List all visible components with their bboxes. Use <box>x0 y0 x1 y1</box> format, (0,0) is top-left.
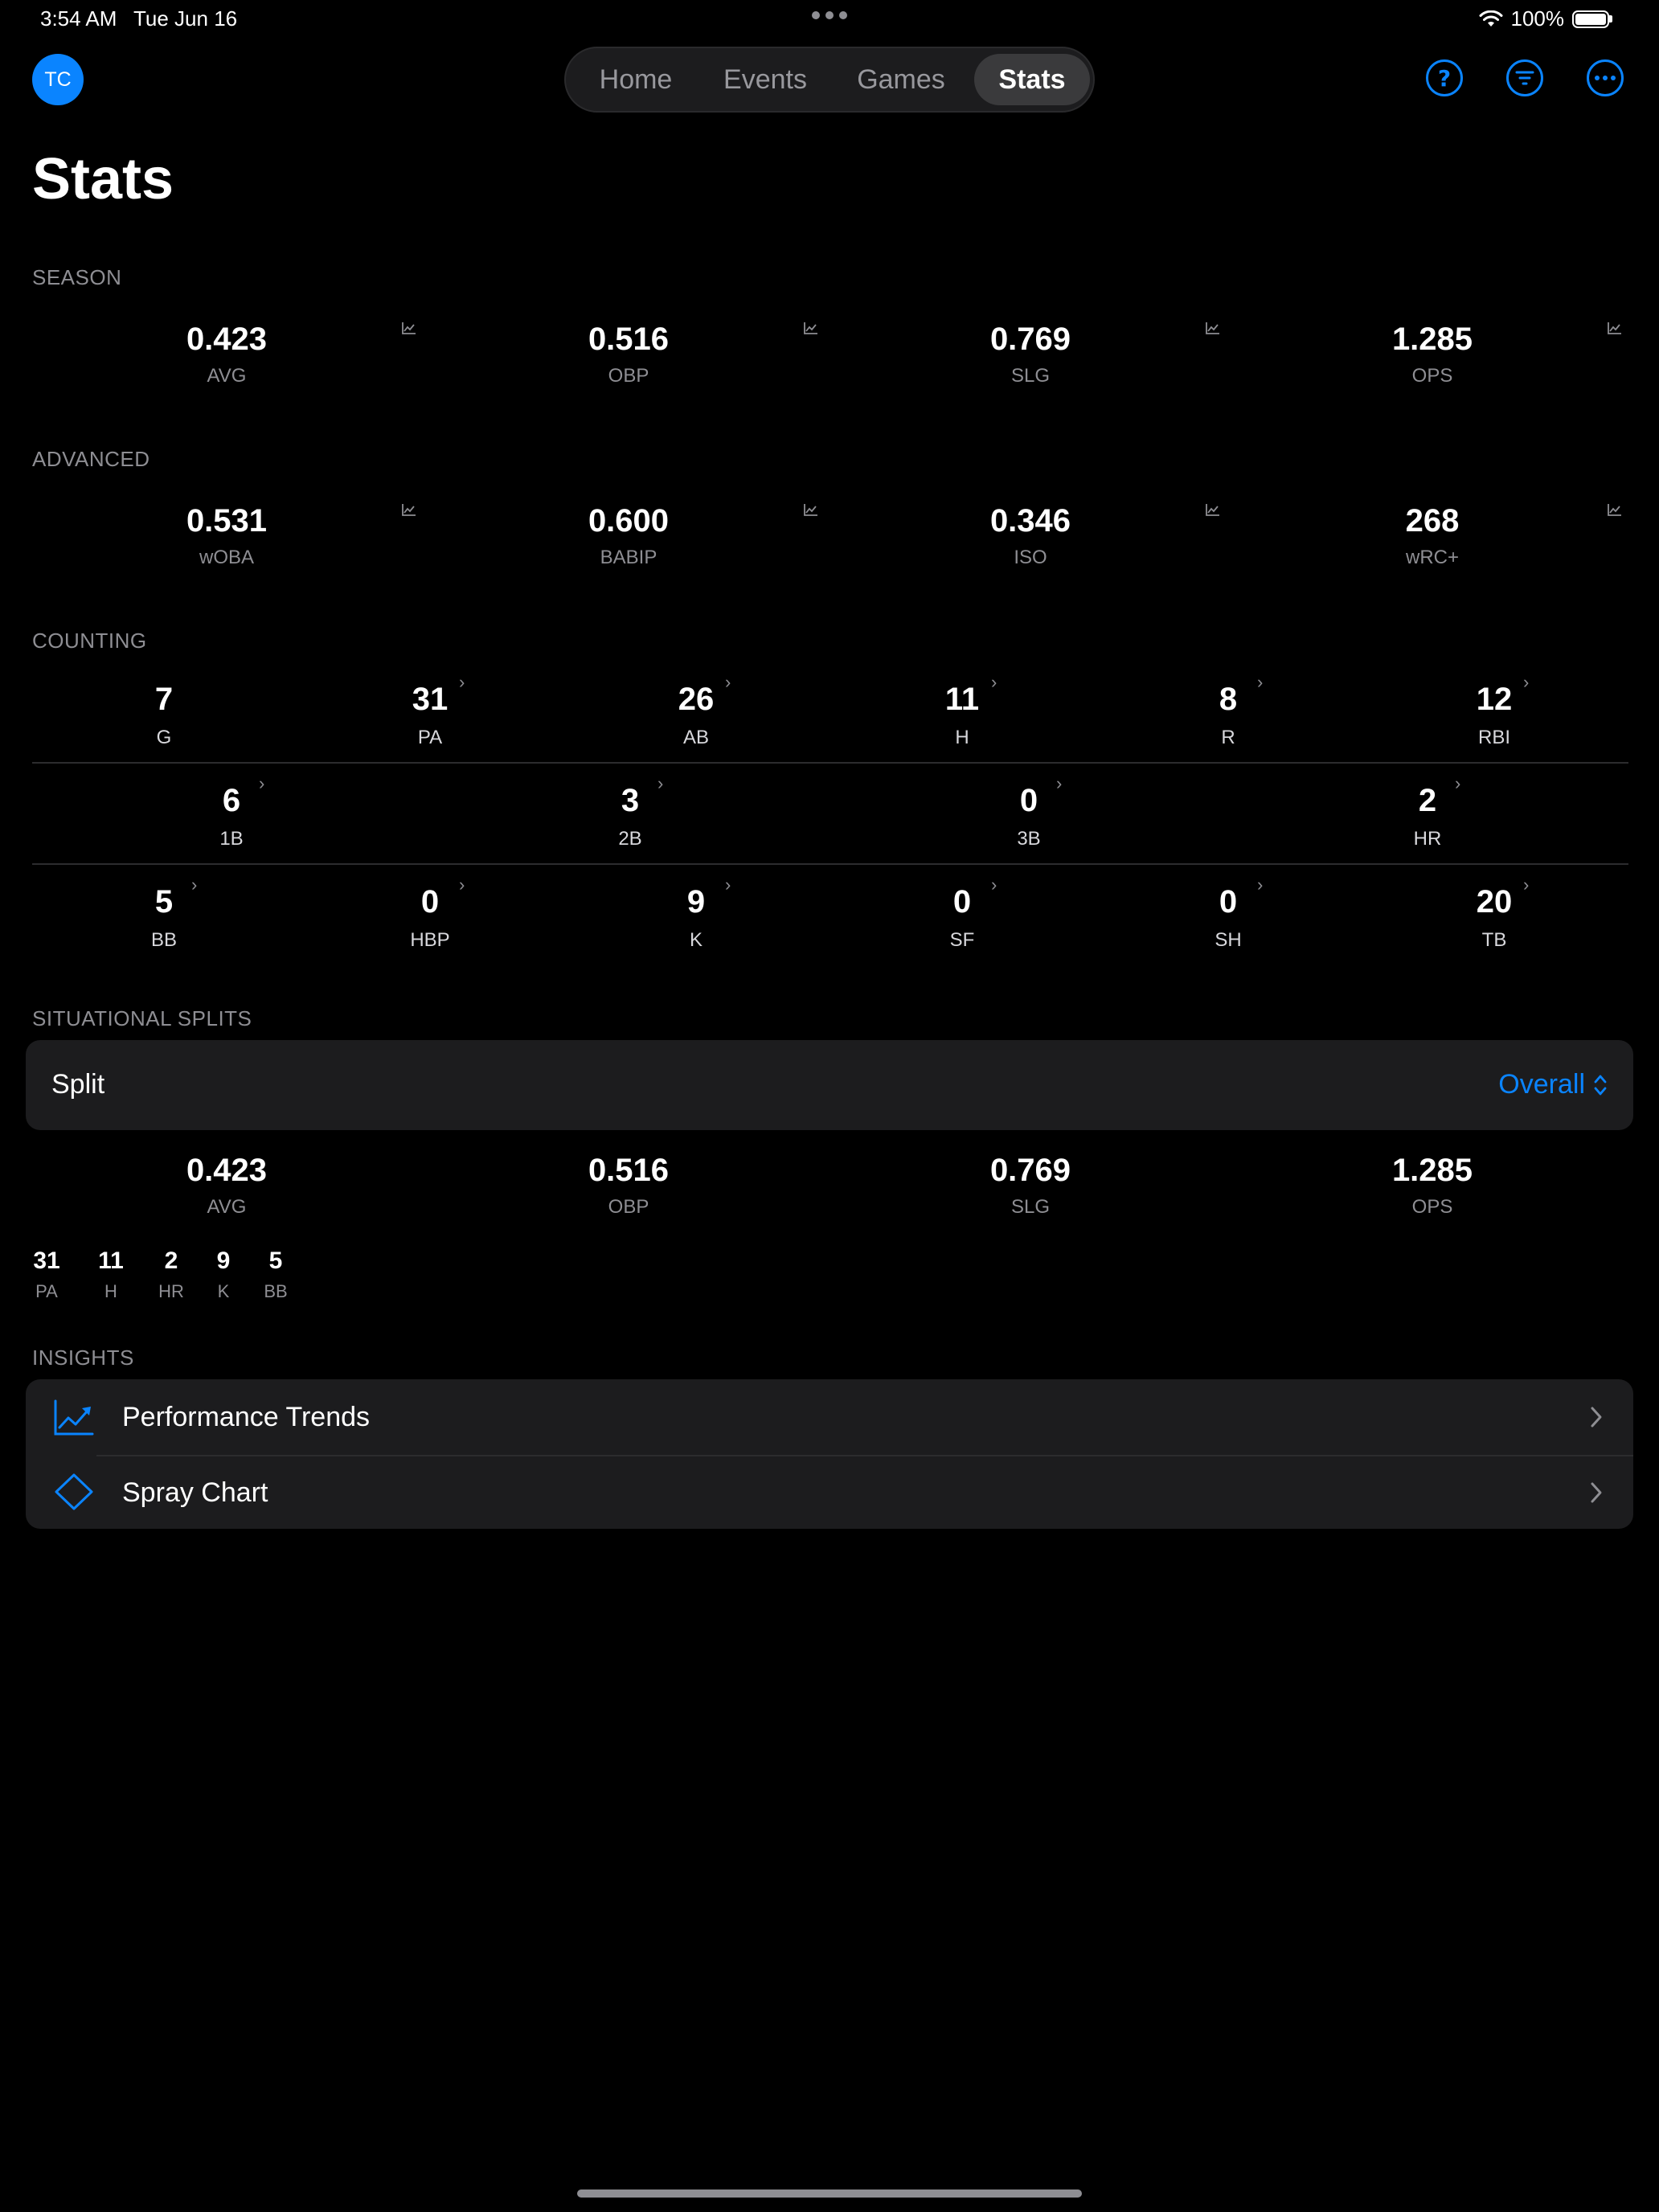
stat-count-r[interactable]: 8R <box>1164 683 1292 749</box>
stat-count-3b[interactable]: 0 3B <box>965 784 1093 850</box>
tab-home[interactable]: Home <box>582 48 690 111</box>
more-icon[interactable] <box>1587 59 1624 96</box>
trend-icon[interactable] <box>804 322 818 334</box>
stat-count-ab[interactable]: 26 AB <box>632 683 760 749</box>
stat-season-slg[interactable]: 0.769 SLG <box>950 323 1111 387</box>
split-picker-value[interactable]: Overall <box>1498 1069 1608 1100</box>
stat-season-avg[interactable]: 0.423 AVG <box>146 323 307 387</box>
wifi-icon <box>1479 10 1502 27</box>
status-indicators: 100% <box>1479 6 1612 31</box>
split-picker-label: Split <box>51 1069 105 1100</box>
battery-percent: 100% <box>1510 6 1565 31</box>
help-icon[interactable]: ? <box>1426 59 1463 96</box>
trend-icon[interactable] <box>402 503 416 516</box>
status-time: 3:54 AM <box>40 6 117 31</box>
chevron-right-icon <box>1591 1407 1602 1428</box>
tab-bar: Home Events Games Stats <box>564 47 1095 113</box>
trend-icon[interactable] <box>1206 322 1220 334</box>
split-picker[interactable] <box>26 1040 1633 1130</box>
trend-icon[interactable] <box>1608 503 1622 516</box>
stat-count-sh[interactable]: 0 SH <box>1164 886 1292 952</box>
trend-icon[interactable] <box>402 322 416 334</box>
chevron-right-icon[interactable]: › <box>1523 672 1529 693</box>
stat-season-ops[interactable]: 1.285 OPS <box>1352 323 1513 387</box>
tab-games[interactable]: Games <box>839 48 963 111</box>
battery-icon <box>1572 10 1612 28</box>
section-label-advanced: ADVANCED <box>32 447 150 471</box>
chevron-right-icon[interactable]: › <box>991 672 997 693</box>
stat-advanced-babip[interactable]: 0.600 BABIP <box>548 505 709 569</box>
divider <box>32 863 1628 865</box>
status-date: Tue Jun 16 <box>133 6 238 31</box>
chevron-right-icon[interactable]: › <box>991 875 997 895</box>
stat-count-sf[interactable]: 0 SF <box>898 886 1026 952</box>
mini-stat-pa: 31 PA <box>33 1247 60 1301</box>
chevron-right-icon[interactable]: › <box>657 773 663 794</box>
filter-icon[interactable] <box>1506 59 1543 96</box>
insight-label: Spray Chart <box>122 1477 268 1508</box>
stat-count-2b[interactable]: 3 2B <box>566 784 694 850</box>
chevron-right-icon <box>1591 1482 1602 1503</box>
section-label-insights: INSIGHTS <box>32 1346 134 1370</box>
stat-split-slg: 0.769 SLG <box>989 1153 1071 1218</box>
tab-events[interactable]: Events <box>704 48 826 111</box>
chevron-right-icon[interactable]: › <box>191 875 197 895</box>
chevron-right-icon[interactable]: › <box>259 773 264 794</box>
stat-advanced-iso[interactable]: 0.346 ISO <box>950 505 1111 569</box>
chevron-right-icon[interactable]: › <box>459 672 465 693</box>
stat-advanced-woba[interactable]: 0.531 wOBA <box>146 505 307 569</box>
insight-label: Performance Trends <box>122 1401 371 1432</box>
trend-chart-icon <box>54 1399 94 1436</box>
avatar[interactable]: TC <box>32 54 84 105</box>
mini-stat-k: 9K <box>216 1247 231 1301</box>
stat-count-1b[interactable]: 6 1B <box>167 784 296 850</box>
section-label-situational-splits: SITUATIONAL SPLITS <box>32 1006 252 1030</box>
stat-count-hr[interactable]: 2 HR <box>1363 784 1492 850</box>
stat-season-obp[interactable]: 0.516 OBP <box>548 323 709 387</box>
multitasking-dots-icon[interactable] <box>812 11 847 23</box>
stat-split-avg: 0.423 AVG <box>186 1153 268 1218</box>
stat-split-obp: 0.516 OBP <box>588 1153 670 1218</box>
stat-advanced-wrc[interactable]: 268 wRC+ <box>1352 505 1513 569</box>
chevron-right-icon[interactable]: › <box>725 672 731 693</box>
stat-count-pa[interactable]: 31 PA <box>366 683 494 749</box>
chevron-up-down-icon <box>1594 1075 1607 1095</box>
stat-count-bb[interactable]: 5 BB <box>100 886 228 952</box>
insight-row-performance-trends[interactable]: Performance Trends <box>26 1379 1633 1455</box>
chevron-right-icon[interactable]: › <box>1056 773 1062 794</box>
section-label-counting: COUNTING <box>32 629 147 653</box>
chevron-right-icon[interactable]: › <box>1257 672 1263 693</box>
chevron-right-icon[interactable]: › <box>1523 875 1529 895</box>
mini-stat-hr: 2 HR <box>158 1247 184 1301</box>
stat-count-h[interactable]: 11 H <box>898 683 1026 749</box>
stat-count-k[interactable]: 9K <box>632 886 760 952</box>
stat-count-tb[interactable]: 20 TB <box>1430 886 1559 952</box>
insight-row-spray-chart[interactable]: Spray Chart <box>26 1456 1633 1529</box>
trend-icon[interactable] <box>1608 322 1622 334</box>
diamond-icon <box>55 1473 93 1510</box>
stat-count-rbi[interactable]: 12 RBI <box>1430 683 1559 749</box>
divider <box>32 762 1628 764</box>
stat-split-ops: 1.285 OPS <box>1391 1153 1473 1218</box>
tab-stats[interactable]: Stats <box>974 54 1090 105</box>
stat-count-g: 7G <box>154 682 174 748</box>
page-title: Stats <box>32 147 174 211</box>
chevron-right-icon[interactable]: › <box>1455 773 1460 794</box>
mini-stat-bb: 5 BB <box>264 1247 288 1301</box>
chevron-right-icon[interactable]: › <box>459 875 465 895</box>
home-indicator[interactable] <box>577 2189 1082 2198</box>
chevron-right-icon[interactable]: › <box>725 875 731 895</box>
stat-count-hbp[interactable]: 0 HBP <box>366 886 494 952</box>
trend-icon[interactable] <box>1206 503 1220 516</box>
chevron-right-icon[interactable]: › <box>1257 875 1263 895</box>
trend-icon[interactable] <box>804 503 818 516</box>
mini-stat-h: 11 H <box>98 1247 124 1301</box>
section-label-season: SEASON <box>32 265 122 289</box>
